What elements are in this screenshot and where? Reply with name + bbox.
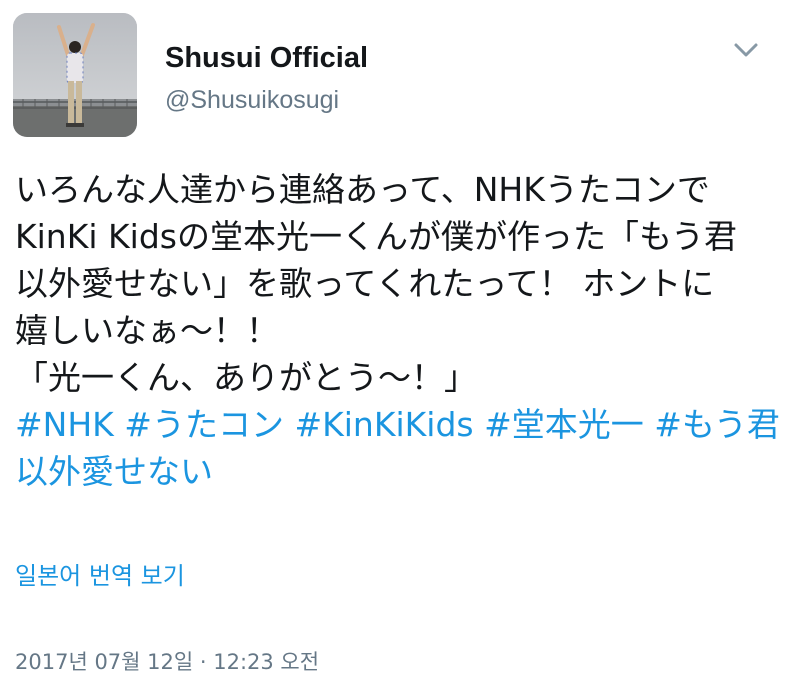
tweet-text: いろんな人達から連絡あって、NHKうたコンで KinKi Kidsの堂本光一くん… <box>15 166 785 495</box>
tweet-text-line: KinKi Kidsの堂本光一くんが僕が作った「もう君 <box>15 217 737 256</box>
tweet-text-line: 以外愛せない」を歌ってくれたって！ ホントに <box>15 264 715 303</box>
hashtag-line: #NHK #うたコン #KinKiKids #堂本光一 #もう君 <box>15 401 785 448</box>
hashtag-line: 以外愛せない <box>15 448 785 495</box>
hashtag-utacon[interactable]: #うたコン <box>124 405 284 444</box>
tweet-text-line: いろんな人達から連絡あって、NHKうたコンで <box>15 170 710 209</box>
tweet-text-line: 嬉しいなぁ〜！！ <box>15 311 279 350</box>
author-display-name[interactable]: Shusui Official <box>165 40 368 76</box>
tweet-menu-button[interactable] <box>728 36 764 64</box>
translate-tweet-link[interactable]: 일본어 번역 보기 <box>15 560 185 592</box>
hashtag-mou-kimi-continued[interactable]: 以外愛せない <box>15 452 213 491</box>
author-handle[interactable]: @Shusuikosugi <box>165 84 339 116</box>
tweet-card: Shusui Official @Shusuikosugi いろんな人達から連絡… <box>0 0 800 689</box>
hashtag-kinkikids[interactable]: #KinKiKids <box>294 405 473 444</box>
hashtag-mou-kimi[interactable]: #もう君 <box>654 405 780 444</box>
author-avatar[interactable] <box>13 13 137 137</box>
chevron-down-icon <box>734 43 758 57</box>
tweet-timestamp[interactable]: 2017년 07월 12일 · 12:23 오전 <box>15 647 319 677</box>
hashtag-nhk[interactable]: #NHK <box>15 405 114 444</box>
avatar-photo-icon <box>13 13 137 137</box>
tweet-text-line: 「光一くん、ありがとう〜！」 <box>15 358 477 397</box>
hashtag-domoto-koichi[interactable]: #堂本光一 <box>484 405 644 444</box>
